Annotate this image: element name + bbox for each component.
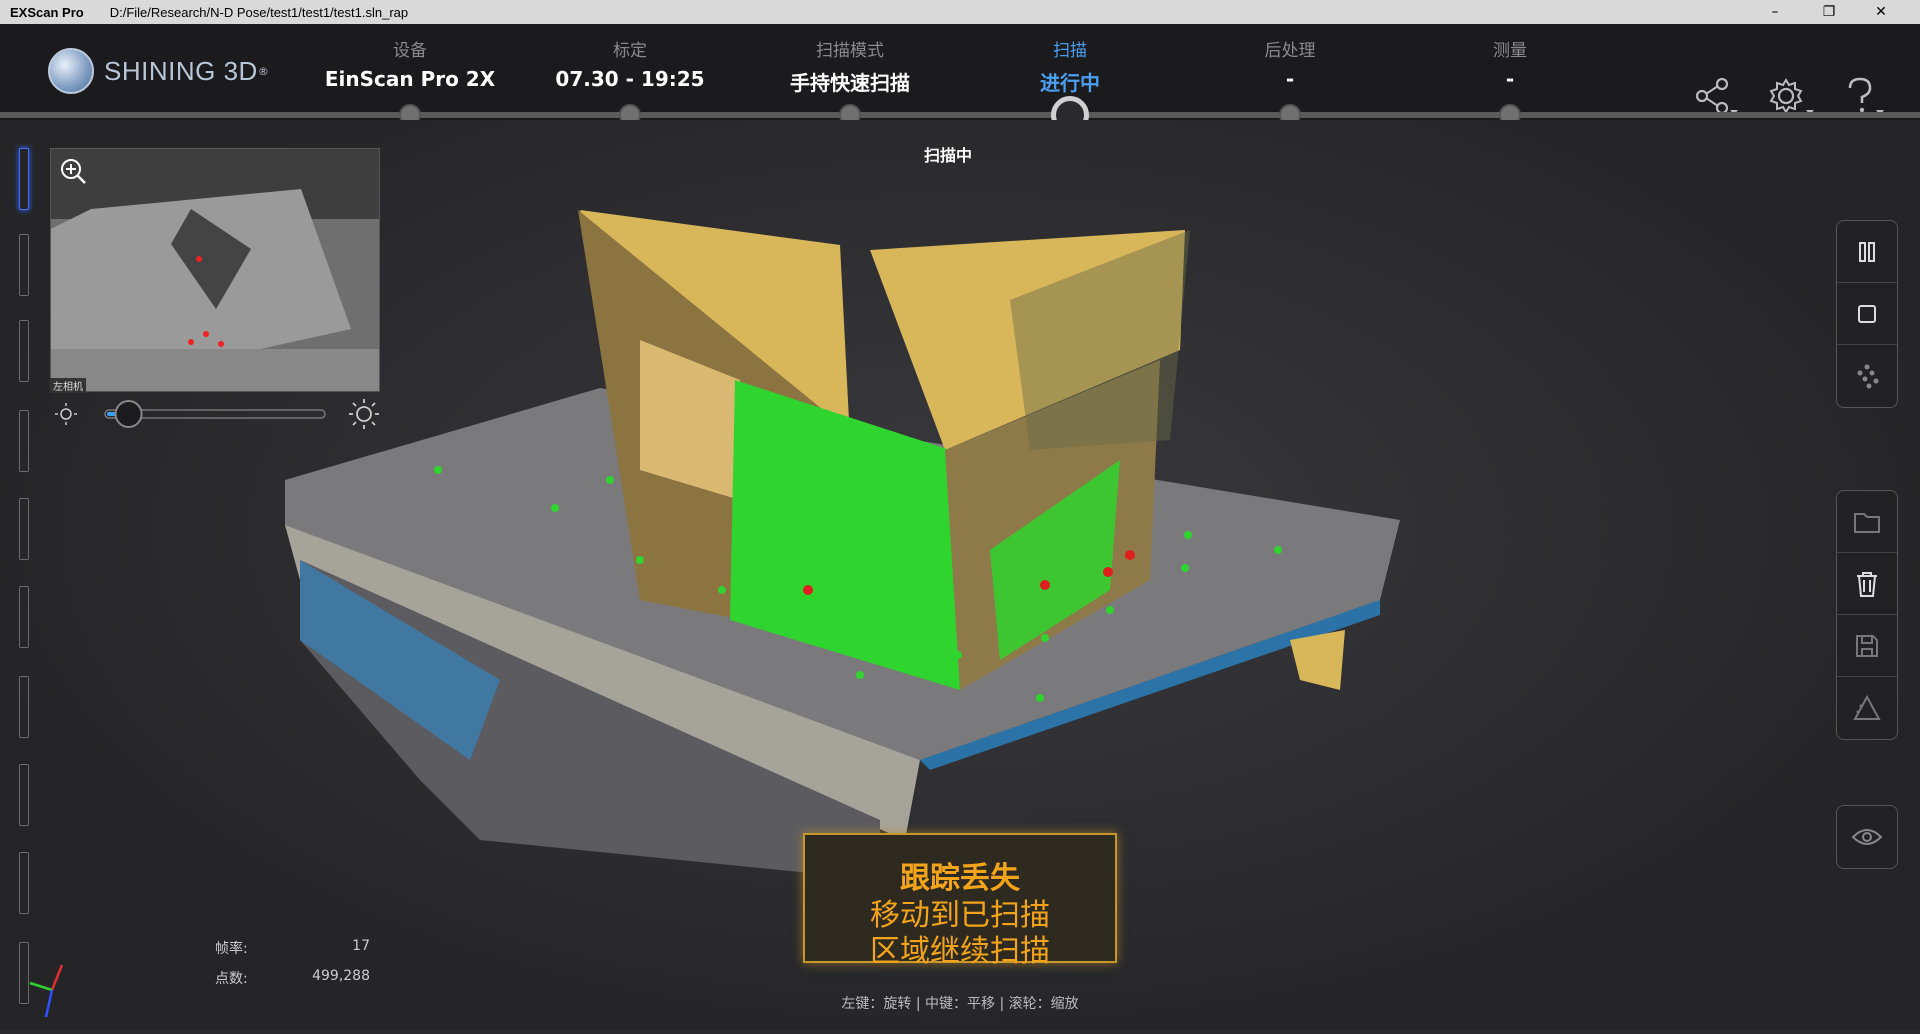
camera-label: 左相机 xyxy=(50,378,86,393)
view-slot-6[interactable] xyxy=(19,586,29,648)
view-slot-5[interactable] xyxy=(19,498,29,560)
trash-icon xyxy=(1857,571,1877,597)
point-cloud-button[interactable] xyxy=(1837,345,1897,407)
points-value: 499,288 xyxy=(312,968,370,984)
step-device[interactable]: 设备 EinScan Pro 2X xyxy=(300,36,520,91)
stop-icon xyxy=(1858,304,1876,323)
step-label: 后处理 xyxy=(1264,41,1316,61)
brightness-control xyxy=(50,398,380,438)
project-path: D:/File/Research/N-D Pose/test1/test1/te… xyxy=(109,4,409,20)
restore-button[interactable]: ❐ xyxy=(1806,0,1852,24)
view-slot-4[interactable] xyxy=(19,410,29,472)
scanning-status-label: 扫描中 xyxy=(924,146,973,165)
box-flap-fragment xyxy=(1290,630,1345,690)
fps-value: 17 xyxy=(352,938,370,954)
scan-control-panel xyxy=(1836,220,1898,408)
step-value: EinScan Pro 2X xyxy=(324,67,496,91)
step-label: 测量 xyxy=(1493,41,1527,61)
save-button[interactable] xyxy=(1837,615,1897,677)
left-tool-strip xyxy=(0,120,48,1030)
open-folder-button[interactable] xyxy=(1837,491,1897,553)
mesh-button[interactable] xyxy=(1837,677,1897,739)
step-label: 扫描 xyxy=(1053,41,1087,61)
mesh-icon xyxy=(1853,694,1881,720)
top-toolbar: SHINING 3D ® 设备 EinScan Pro 2X 标定 07.30 -… xyxy=(0,24,1920,120)
step-post-process[interactable]: 后处理 - xyxy=(1180,36,1400,91)
pause-button[interactable] xyxy=(1837,221,1897,283)
globe-icon xyxy=(48,48,94,94)
window-titlebar: EXScan Pro D:/File/Research/N-D Pose/tes… xyxy=(0,0,1920,24)
registered-mark: ® xyxy=(257,64,269,78)
point-cloud-icon xyxy=(1857,364,1879,389)
stop-button[interactable] xyxy=(1837,283,1897,345)
view-slot-2[interactable] xyxy=(19,234,29,296)
step-label: 标定 xyxy=(613,41,647,61)
view-slot-1[interactable] xyxy=(19,148,29,210)
fps-label: 帧率: xyxy=(215,941,248,957)
pause-icon xyxy=(1859,241,1875,262)
workflow-track xyxy=(0,112,1920,118)
step-calibration[interactable]: 标定 07.30 - 19:25 xyxy=(520,36,740,91)
tracking-lost-alert: 跟踪丢失 移动到已扫描 区域继续扫描 xyxy=(803,833,1117,969)
brand-name: SHINING 3D xyxy=(104,55,258,86)
minimize-button[interactable]: – xyxy=(1752,0,1798,24)
view-slot-8[interactable] xyxy=(19,764,29,826)
step-value: - xyxy=(1285,67,1295,91)
alert-message-line2: 区域继续扫描 xyxy=(870,934,1050,969)
step-value: 进行中 xyxy=(1040,71,1100,95)
close-button[interactable]: ✕ xyxy=(1858,0,1904,24)
points-label: 点数: xyxy=(215,971,248,987)
axis-gizmo xyxy=(22,955,82,1029)
step-value: - xyxy=(1505,67,1515,91)
sun-bright-icon xyxy=(349,399,379,429)
delete-button[interactable] xyxy=(1837,553,1897,615)
sun-dim-icon xyxy=(55,403,77,425)
mouse-hint: 左键：旋转 | 中键：平移 | 滚轮：缩放 xyxy=(841,996,1079,1012)
folder-icon xyxy=(1854,512,1880,533)
step-label: 设备 xyxy=(393,41,427,61)
step-scan[interactable]: 扫描 进行中 xyxy=(960,36,1180,96)
camera-preview[interactable] xyxy=(50,148,380,392)
brightness-slider-thumb[interactable] xyxy=(114,400,143,428)
view-slot-7[interactable] xyxy=(19,676,29,738)
view-slot-3[interactable] xyxy=(19,320,29,382)
scan-stats: 帧率: 17 点数: 499,288 xyxy=(215,938,370,998)
save-icon xyxy=(1856,634,1878,657)
step-label: 扫描模式 xyxy=(816,41,884,61)
app-name: EXScan Pro xyxy=(10,4,84,20)
alert-title: 跟踪丢失 xyxy=(900,861,1020,896)
view-slot-9[interactable] xyxy=(19,852,29,914)
brand-logo: SHINING 3D ® xyxy=(48,48,269,94)
step-scan-mode[interactable]: 扫描模式 手持快速扫描 xyxy=(740,36,960,96)
visibility-panel xyxy=(1836,805,1898,869)
step-value: 07.30 - 19:25 xyxy=(555,67,705,91)
step-measure[interactable]: 测量 - xyxy=(1400,36,1620,91)
step-value: 手持快速扫描 xyxy=(790,71,910,95)
toggle-visibility-button[interactable] xyxy=(1837,806,1897,868)
alert-message-line1: 移动到已扫描 xyxy=(870,898,1050,933)
eye-icon xyxy=(1851,829,1883,845)
file-panel xyxy=(1836,490,1898,740)
